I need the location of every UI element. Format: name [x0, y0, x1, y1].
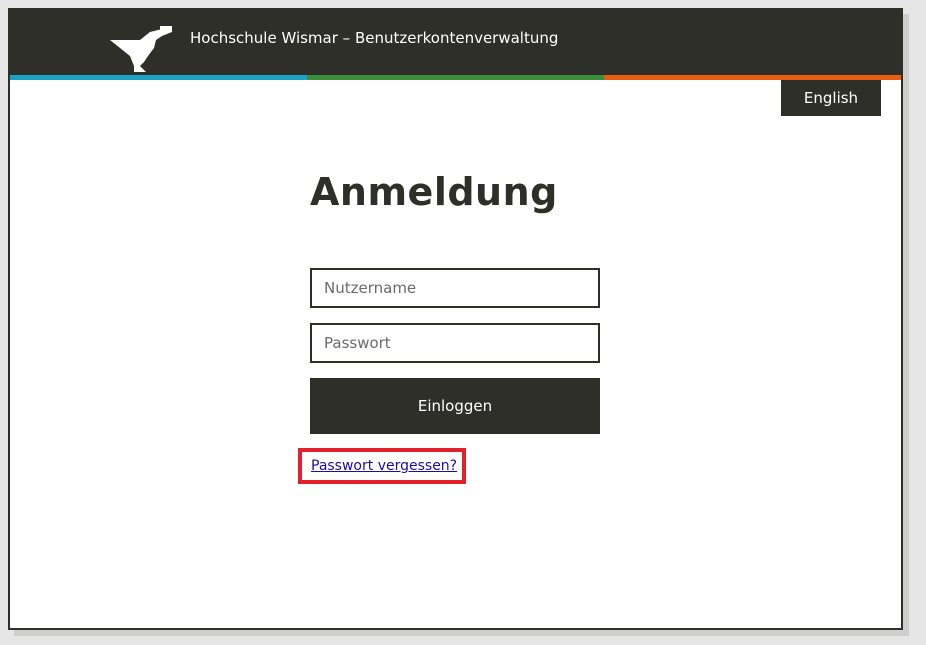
forgot-password-highlight: Passwort vergessen? [298, 448, 466, 484]
site-header: Hochschule Wismar – Benutzerkontenverwal… [10, 10, 901, 77]
username-input[interactable] [310, 268, 600, 308]
header-color-stripes [10, 75, 901, 80]
login-page-window: Hochschule Wismar – Benutzerkontenverwal… [8, 8, 903, 630]
page-title: Anmeldung [310, 170, 558, 214]
login-button[interactable]: Einloggen [310, 378, 600, 434]
password-input[interactable] [310, 323, 600, 363]
site-title: Hochschule Wismar – Benutzerkontenverwal… [190, 29, 559, 47]
stripe-green [307, 75, 604, 80]
binoculars-figure-logo-icon [110, 26, 172, 72]
language-switch-button[interactable]: English [781, 80, 881, 116]
stripe-blue [10, 75, 307, 80]
forgot-password-link[interactable]: Passwort vergessen? [311, 458, 457, 474]
